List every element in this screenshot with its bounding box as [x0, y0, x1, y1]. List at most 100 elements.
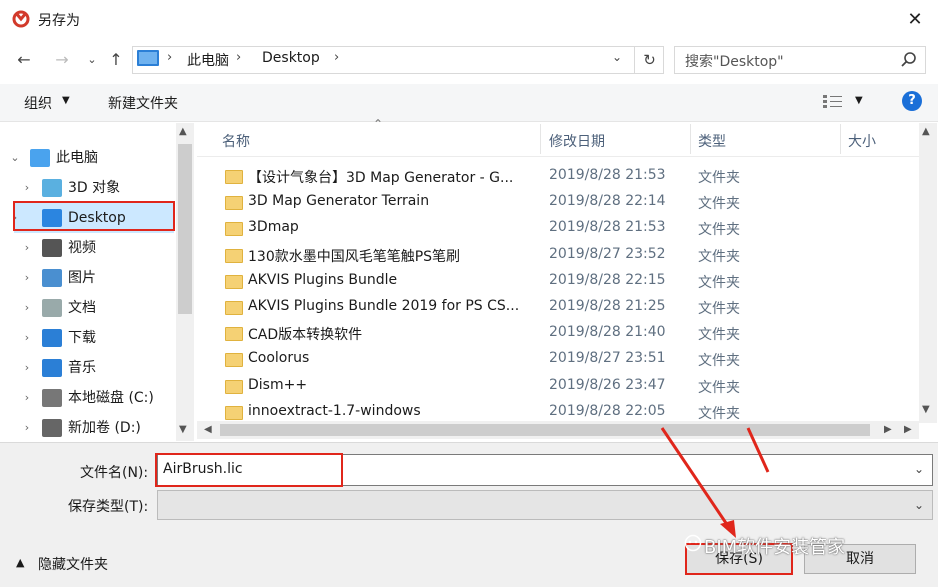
wechat-icon: [684, 534, 702, 552]
file-date: 2019/8/28 22:15: [549, 271, 666, 288]
breadcrumb-desktop[interactable]: Desktop: [262, 50, 320, 66]
column-name[interactable]: 名称: [222, 131, 250, 151]
file-row[interactable]: 130款水墨中国风毛笔笔触PS笔刷 2019/8/27 23:52 文件夹: [197, 243, 919, 269]
chevron-right-icon[interactable]: ›: [20, 173, 34, 203]
file-type: 文件夹: [698, 248, 740, 265]
chevron-down-icon[interactable]: ⌄: [80, 48, 104, 72]
view-options-icon[interactable]: [822, 94, 844, 110]
column-size[interactable]: 大小: [848, 131, 876, 151]
sidebar-item[interactable]: › 文档: [0, 293, 176, 323]
scroll-up-icon[interactable]: ▲: [179, 126, 187, 137]
column-divider[interactable]: [540, 124, 541, 154]
sort-up-icon: ⌃: [373, 117, 384, 131]
file-name: 130款水墨中国风毛笔笔触PS笔刷: [248, 248, 461, 265]
sidebar-item[interactable]: › 新加卷 (D:): [0, 413, 176, 443]
sidebar-item-label: 新加卷 (D:): [68, 420, 141, 436]
folder-icon: [225, 379, 243, 394]
file-row[interactable]: 【设计气象台】3D Map Generator - G... 2019/8/28 …: [197, 164, 919, 190]
file-type: 文件夹: [698, 379, 740, 396]
column-type[interactable]: 类型: [698, 131, 726, 151]
address-dropdown-icon[interactable]: ⌄: [612, 50, 622, 64]
sidebar-item[interactable]: › 下载: [0, 323, 176, 353]
sidebar-item[interactable]: › 3D 对象: [0, 173, 176, 203]
breadcrumb-pc[interactable]: 此电脑: [187, 50, 229, 70]
scroll-up-icon[interactable]: ▲: [922, 126, 930, 137]
filename-dropdown-icon[interactable]: ⌄: [914, 462, 924, 476]
file-row[interactable]: Coolorus 2019/8/27 23:51 文件夹: [197, 347, 919, 373]
help-icon[interactable]: ?: [902, 91, 922, 111]
chevron-right-icon[interactable]: ›: [20, 323, 34, 353]
local-disk-icon: [42, 389, 62, 407]
file-name: Dism++: [248, 376, 308, 393]
scroll-down-icon[interactable]: ▼: [179, 424, 187, 435]
column-date[interactable]: 修改日期: [549, 131, 605, 151]
forward-arrow-icon[interactable]: →: [50, 48, 74, 72]
file-type: 文件夹: [698, 170, 740, 186]
file-type-select[interactable]: [157, 490, 933, 520]
downloads-icon: [42, 329, 62, 347]
file-row[interactable]: AKVIS Plugins Bundle 2019/8/28 22:15 文件夹: [197, 269, 919, 295]
breadcrumb-separator[interactable]: ›: [334, 50, 339, 65]
new-folder-button[interactable]: 新建文件夹: [108, 93, 178, 113]
organize-button[interactable]: 组织: [24, 93, 52, 113]
pc-icon: [30, 149, 50, 167]
file-name: AKVIS Plugins Bundle 2019 for PS CS...: [248, 298, 520, 314]
sidebar-item[interactable]: › 图片: [0, 263, 176, 293]
scroll-right-icon[interactable]: ▶: [884, 424, 892, 435]
file-row[interactable]: CAD版本转换软件 2019/8/28 21:40 文件夹: [197, 321, 919, 347]
collapse-arrow-icon[interactable]: ▲: [16, 556, 24, 569]
breadcrumb-separator[interactable]: ›: [236, 50, 241, 65]
sidebar-item-label: 文档: [68, 300, 96, 316]
file-type-dropdown-icon[interactable]: ⌄: [914, 498, 924, 512]
file-type: 文件夹: [698, 327, 740, 344]
close-button[interactable]: ✕: [900, 6, 930, 34]
folder-icon: [225, 405, 243, 420]
sidebar-item-label: 3D 对象: [68, 180, 121, 196]
expand-chevron-icon[interactable]: ⌄: [8, 143, 22, 173]
scroll-down-icon[interactable]: ▼: [922, 404, 930, 415]
file-row[interactable]: 3Dmap 2019/8/28 21:53 文件夹: [197, 216, 919, 242]
filename-label: 文件名(N):: [80, 465, 149, 481]
chevron-right-icon[interactable]: ›: [20, 233, 34, 263]
sidebar-item[interactable]: › 本地磁盘 (C:): [0, 383, 176, 413]
search-icon[interactable]: [900, 51, 918, 69]
scroll-right-icon[interactable]: ▶: [904, 424, 912, 435]
scroll-left-icon[interactable]: ◀: [204, 424, 212, 435]
file-list-scrollbar[interactable]: [919, 123, 937, 423]
chevron-right-icon[interactable]: ›: [20, 353, 34, 383]
back-arrow-icon[interactable]: ←: [12, 48, 36, 72]
file-row[interactable]: 3D Map Generator Terrain 2019/8/28 22:14 文…: [197, 190, 919, 216]
file-row[interactable]: Dism++ 2019/8/26 23:47 文件夹: [197, 374, 919, 400]
sidebar-item-label: 下载: [68, 330, 96, 346]
chevron-right-icon[interactable]: ›: [20, 263, 34, 293]
sidebar-item[interactable]: › 音乐: [0, 353, 176, 383]
chevron-right-icon[interactable]: ›: [20, 413, 34, 443]
file-name: Coolorus: [248, 350, 310, 367]
pc-icon: [137, 50, 159, 66]
file-name: 【设计气象台】3D Map Generator - G...: [248, 170, 514, 186]
folder-icon: [225, 353, 243, 368]
file-type: 文件夹: [698, 196, 740, 213]
refresh-icon[interactable]: ↻: [634, 46, 664, 74]
3d-objects-icon: [42, 179, 62, 197]
up-arrow-icon[interactable]: ↑: [104, 48, 128, 72]
chevron-right-icon[interactable]: ›: [20, 383, 34, 413]
folder-icon: [225, 274, 243, 289]
chevron-right-icon[interactable]: ›: [20, 293, 34, 323]
organize-dropdown-icon[interactable]: ▼: [62, 95, 70, 106]
highlight-box: [13, 201, 175, 231]
folder-icon: [225, 248, 243, 263]
breadcrumb-separator[interactable]: ›: [167, 50, 172, 65]
sidebar-item[interactable]: › 视频: [0, 233, 176, 263]
navigation-scroll-thumb[interactable]: [178, 144, 192, 314]
file-date: 2019/8/27 23:51: [549, 350, 666, 367]
column-divider[interactable]: [840, 124, 841, 154]
column-divider[interactable]: [690, 124, 691, 154]
search-placeholder[interactable]: 搜索"Desktop": [685, 51, 784, 71]
hide-folders-toggle[interactable]: 隐藏文件夹: [38, 554, 108, 574]
file-row[interactable]: AKVIS Plugins Bundle 2019 for PS CS... 20…: [197, 295, 919, 321]
sidebar-item[interactable]: ⌄ 此电脑: [0, 143, 176, 173]
view-dropdown-icon[interactable]: ▼: [855, 95, 863, 106]
file-name: 3D Map Generator Terrain: [248, 193, 430, 210]
title-bar: [0, 0, 938, 38]
